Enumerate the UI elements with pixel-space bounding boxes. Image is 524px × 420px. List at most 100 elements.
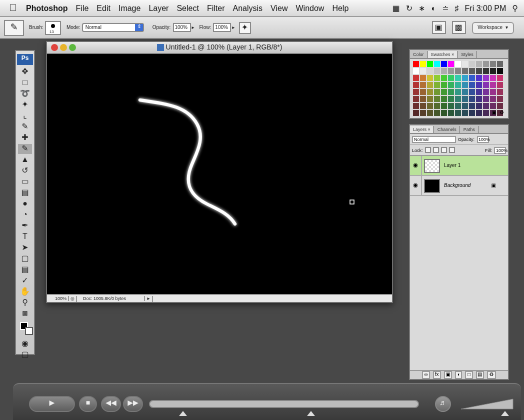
lasso-tool-icon[interactable]: ➰ xyxy=(18,89,32,99)
swatch[interactable] xyxy=(448,68,454,74)
swatch[interactable] xyxy=(476,89,482,95)
swatch[interactable] xyxy=(490,89,496,95)
swatch[interactable] xyxy=(413,82,419,88)
marquee-tool-icon[interactable]: □ xyxy=(18,78,32,88)
seek-end-marker-icon[interactable] xyxy=(307,411,315,416)
eye-icon[interactable]: ◉ xyxy=(410,156,422,175)
opacity-field[interactable]: 100% xyxy=(172,23,191,32)
pen-tool-icon[interactable]: ✒ xyxy=(18,221,32,231)
palette-well-button[interactable]: ▣ xyxy=(431,21,446,34)
swatch[interactable] xyxy=(427,61,433,67)
swatch[interactable] xyxy=(462,75,468,81)
new-swatch-icon[interactable]: ▣ xyxy=(492,110,497,116)
spotlight-icon[interactable]: ⚲ xyxy=(512,4,518,13)
menu-window[interactable]: Window xyxy=(292,4,328,13)
dodge-tool-icon[interactable]: ◔ xyxy=(18,210,32,220)
brush-tool-icon[interactable]: ✎ xyxy=(18,144,32,154)
new-group-icon[interactable]: □ xyxy=(465,371,473,379)
swatch[interactable] xyxy=(483,110,489,116)
move-tool-icon[interactable]: ✥ xyxy=(18,67,32,77)
swatch[interactable] xyxy=(483,75,489,81)
swatch[interactable] xyxy=(490,61,496,67)
swatch[interactable] xyxy=(420,89,426,95)
swatch[interactable] xyxy=(469,61,475,67)
swatch[interactable] xyxy=(469,89,475,95)
swatch[interactable] xyxy=(497,96,503,102)
menu-file[interactable]: File xyxy=(72,4,93,13)
layer-opacity-field[interactable]: 100% xyxy=(476,135,490,143)
swatch[interactable] xyxy=(497,61,503,67)
link-layers-icon[interactable]: ∞ xyxy=(422,371,430,379)
swatch[interactable] xyxy=(434,96,440,102)
swatch[interactable] xyxy=(462,61,468,67)
swatch[interactable] xyxy=(476,96,482,102)
swatch[interactable] xyxy=(483,103,489,109)
lock-position-button[interactable] xyxy=(440,147,447,153)
tab-layers[interactable]: Layers × xyxy=(410,126,435,133)
new-layer-icon[interactable]: ▤ xyxy=(475,371,485,379)
swatch[interactable] xyxy=(462,82,468,88)
wifi-icon[interactable]: ≐ xyxy=(442,4,449,13)
bluetooth-icon[interactable]: ∗ xyxy=(419,4,426,13)
document-title-bar[interactable]: Untitled-1 @ 100% (Layer 1, RGB/8*) xyxy=(47,42,392,54)
slice-tool-icon[interactable]: ✎ xyxy=(18,122,32,132)
seek-bar[interactable] xyxy=(149,400,419,408)
swatch[interactable] xyxy=(476,68,482,74)
swatch[interactable] xyxy=(455,75,461,81)
forward-button[interactable]: ▶▶ xyxy=(123,396,143,412)
swatch[interactable] xyxy=(476,103,482,109)
swatch[interactable] xyxy=(427,75,433,81)
swatch[interactable] xyxy=(497,89,503,95)
swatch[interactable] xyxy=(455,96,461,102)
status-target-icon[interactable]: ◎ xyxy=(69,295,77,302)
swatch[interactable] xyxy=(476,75,482,81)
trash-icon[interactable]: ♻ xyxy=(487,371,496,379)
add-mask-icon[interactable]: ▣ xyxy=(443,371,453,379)
swatch[interactable] xyxy=(441,68,447,74)
layer-style-icon[interactable]: fx xyxy=(432,371,441,379)
seek-start-marker-icon[interactable] xyxy=(179,411,187,416)
swatch[interactable] xyxy=(441,103,447,109)
swatch[interactable] xyxy=(434,68,440,74)
tab-styles[interactable]: Styles xyxy=(458,51,478,58)
menu-help[interactable]: Help xyxy=(328,4,352,13)
swatch[interactable] xyxy=(420,110,426,116)
swatch[interactable] xyxy=(441,110,447,116)
swatch[interactable] xyxy=(420,61,426,67)
opacity-slider-arrow-icon[interactable]: ▸ xyxy=(192,25,195,31)
sync-icon[interactable]: ◐ xyxy=(431,4,436,13)
swatch[interactable] xyxy=(483,61,489,67)
mode-select[interactable]: Normal ⇕ xyxy=(82,23,145,32)
canvas[interactable] xyxy=(47,54,392,295)
swatch[interactable] xyxy=(455,61,461,67)
flow-field[interactable]: 100% xyxy=(213,23,232,32)
eraser-tool-icon[interactable]: ▭ xyxy=(18,177,32,187)
menu-edit[interactable]: Edit xyxy=(93,4,115,13)
swatch[interactable] xyxy=(490,96,496,102)
blur-tool-icon[interactable]: ● xyxy=(18,199,32,209)
swatch[interactable] xyxy=(413,103,419,109)
healing-brush-tool-icon[interactable]: ✚ xyxy=(18,133,32,143)
shape-tool-icon[interactable]: ▢ xyxy=(18,254,32,264)
trash-icon[interactable]: ♻ xyxy=(500,110,504,116)
swatch[interactable] xyxy=(441,61,447,67)
swatch[interactable] xyxy=(427,68,433,74)
swatch[interactable] xyxy=(497,103,503,109)
swatch[interactable] xyxy=(462,89,468,95)
swatch[interactable] xyxy=(427,110,433,116)
layer-row-layer-1[interactable]: ◉ Layer 1 xyxy=(410,156,508,176)
crop-tool-icon[interactable]: ⌞ xyxy=(18,111,32,121)
menu-app-name[interactable]: Photoshop xyxy=(22,4,72,13)
volume-knob-icon[interactable] xyxy=(501,411,509,416)
workspace-menu[interactable]: Workspace ▾ xyxy=(471,21,514,34)
swatch[interactable] xyxy=(490,82,496,88)
swatch[interactable] xyxy=(427,103,433,109)
adjustment-layer-icon[interactable]: ◐ xyxy=(455,371,463,379)
blend-mode-select[interactable]: Normal xyxy=(412,135,456,143)
screen-mode-icon[interactable]: ▢ xyxy=(18,350,32,360)
bridge-button[interactable]: ▩ xyxy=(451,21,466,34)
background-color[interactable] xyxy=(25,327,33,335)
swatch[interactable] xyxy=(441,89,447,95)
menu-select[interactable]: Select xyxy=(173,4,203,13)
zoom-tool-icon[interactable]: ⚲ xyxy=(18,298,32,308)
